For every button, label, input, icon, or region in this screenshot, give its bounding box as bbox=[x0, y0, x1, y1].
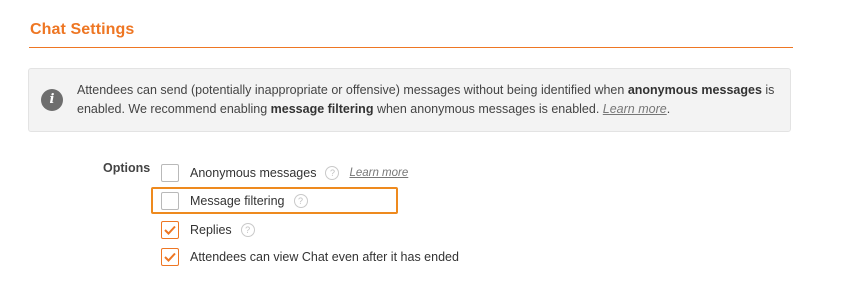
view-chat-after-end-checkbox[interactable] bbox=[161, 248, 179, 266]
help-icon[interactable]: ? bbox=[240, 223, 255, 237]
option-message-filtering[interactable]: Message filtering ? bbox=[161, 191, 308, 211]
replies-checkbox[interactable] bbox=[161, 221, 179, 239]
info-text-part: Attendees can send (potentially inapprop… bbox=[77, 83, 628, 97]
option-replies[interactable]: Replies ? bbox=[161, 220, 255, 240]
title-divider bbox=[29, 47, 793, 48]
info-text: Attendees can send (potentially inapprop… bbox=[77, 81, 782, 119]
checkmark-icon bbox=[164, 252, 176, 262]
info-icon: i bbox=[41, 89, 63, 111]
message-filtering-checkbox[interactable] bbox=[161, 192, 179, 210]
option-label: Attendees can view Chat even after it ha… bbox=[190, 250, 459, 264]
info-text-part: when anonymous messages is enabled. bbox=[373, 102, 603, 116]
section-title: Chat Settings bbox=[30, 21, 135, 38]
option-label: Anonymous messages bbox=[190, 166, 317, 180]
option-label: Replies bbox=[190, 223, 232, 237]
option-view-chat-after-end[interactable]: Attendees can view Chat even after it ha… bbox=[161, 247, 459, 267]
anonymous-messages-checkbox[interactable] bbox=[161, 164, 179, 182]
options-label: Options bbox=[103, 161, 151, 175]
checkmark-icon bbox=[164, 225, 176, 235]
help-icon[interactable]: ? bbox=[325, 166, 340, 180]
info-learn-more-link[interactable]: Learn more bbox=[603, 102, 667, 116]
info-bold-filtering: message filtering bbox=[270, 102, 374, 116]
anonymous-learn-more-link[interactable]: Learn more bbox=[349, 167, 408, 179]
info-callout: i Attendees can send (potentially inappr… bbox=[28, 68, 791, 132]
info-text-part: . bbox=[666, 102, 671, 116]
option-label: Message filtering bbox=[190, 194, 285, 208]
help-icon[interactable]: ? bbox=[293, 194, 308, 208]
info-bold-anonymous: anonymous messages bbox=[627, 83, 762, 97]
option-anonymous-messages[interactable]: Anonymous messages ? Learn more bbox=[161, 163, 408, 183]
chat-settings-page: Chat Settings i Attendees can send (pote… bbox=[0, 0, 859, 296]
